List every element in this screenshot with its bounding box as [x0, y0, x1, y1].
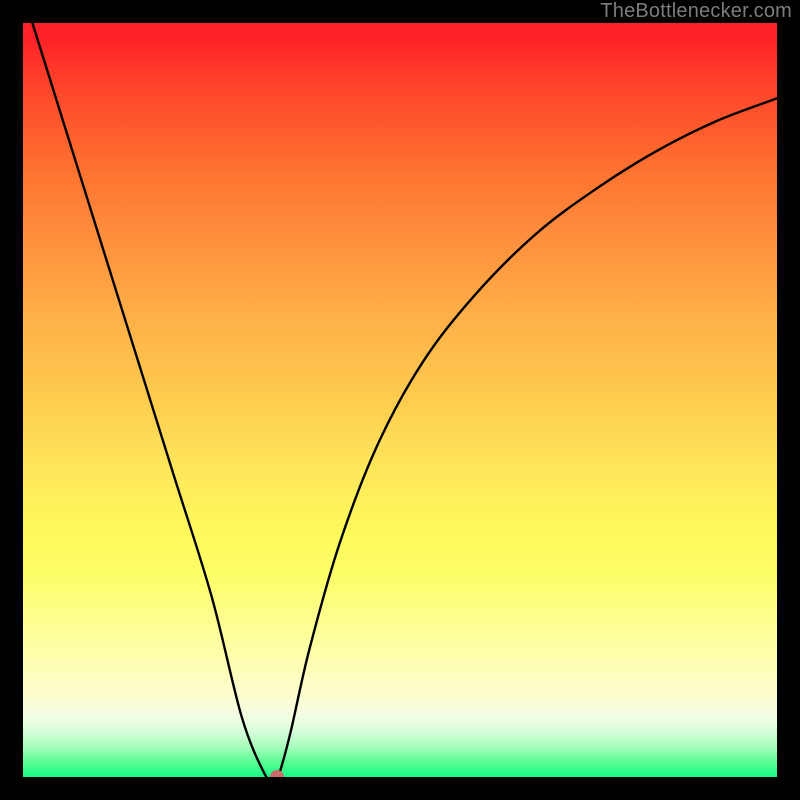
target-dot-icon [270, 770, 284, 777]
bottleneck-curve [23, 23, 777, 777]
curve-layer [23, 23, 777, 777]
chart-canvas: TheBottlenecker.com [0, 0, 800, 800]
plot-area [23, 23, 777, 777]
watermark-text: TheBottlenecker.com [600, 0, 792, 23]
